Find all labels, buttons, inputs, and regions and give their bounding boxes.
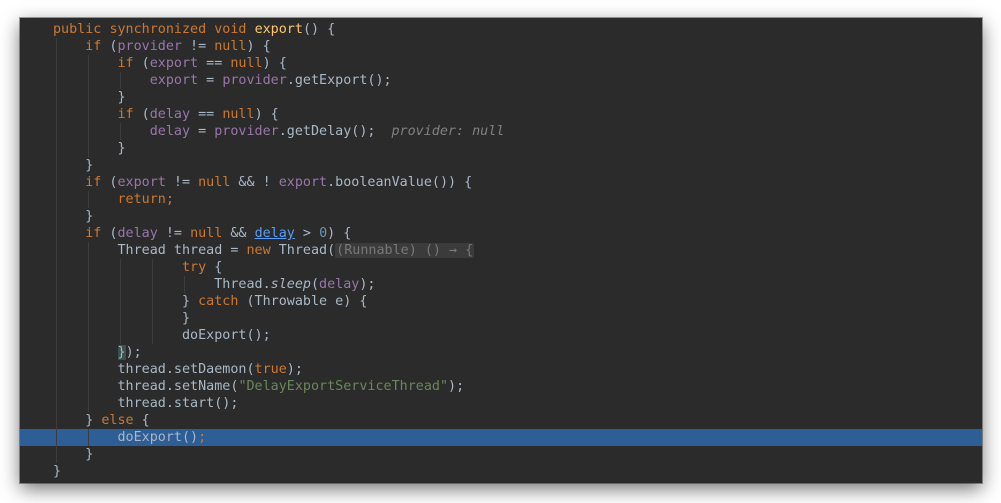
code-line[interactable]: } xyxy=(20,157,982,174)
code-line[interactable]: if (export != null && ! export.booleanVa… xyxy=(20,174,982,191)
code-line[interactable]: if (delay == null) { xyxy=(20,106,982,123)
code-line[interactable]: doExport(); xyxy=(20,327,982,344)
code-line[interactable]: delay = provider.getDelay(); provider: nu… xyxy=(20,123,982,140)
keyword-public: public xyxy=(53,22,102,37)
inline-debug-value: provider: null xyxy=(391,124,505,139)
code-line[interactable]: }); xyxy=(20,344,982,361)
code-line[interactable]: } xyxy=(20,89,982,106)
code-line[interactable]: if (export == null) { xyxy=(20,55,982,72)
code-line[interactable]: try { xyxy=(20,259,982,276)
code-line[interactable]: Thread.sleep(delay); xyxy=(20,276,982,293)
code-line[interactable]: } xyxy=(20,310,982,327)
code-line[interactable]: } else { xyxy=(20,412,982,429)
collapsed-lambda[interactable]: (Runnable) () → { xyxy=(335,243,475,258)
code-line[interactable]: public synchronized void export() { xyxy=(20,21,982,38)
code-line[interactable]: thread.setDaemon(true); xyxy=(20,361,982,378)
method-name-export[interactable]: export xyxy=(255,22,303,37)
field-delay-link[interactable]: delay xyxy=(255,226,295,241)
code-editor[interactable]: public synchronized void export() { if (… xyxy=(20,21,982,480)
code-line[interactable]: thread.start(); xyxy=(20,395,982,412)
code-line[interactable]: } xyxy=(20,140,982,157)
code-line[interactable]: thread.setName("DelayExportServiceThread… xyxy=(20,378,982,395)
current-execution-line[interactable]: doExport(); xyxy=(20,429,982,446)
code-line[interactable]: if (provider != null) { xyxy=(20,38,982,55)
code-line[interactable]: } xyxy=(20,446,982,463)
code-line[interactable]: return; xyxy=(20,191,982,208)
code-editor-window: public synchronized void export() { if (… xyxy=(20,18,982,483)
code-line[interactable]: } catch (Throwable e) { xyxy=(20,293,982,310)
code-line[interactable]: Thread thread = new Thread((Runnable) ()… xyxy=(20,242,982,259)
string-literal: "DelayExportServiceThread" xyxy=(238,379,449,394)
code-line[interactable]: } xyxy=(20,463,982,480)
code-line[interactable]: } xyxy=(20,208,982,225)
field-delay[interactable]: delay xyxy=(150,107,190,122)
code-line[interactable]: if (delay != null && delay > 0) { xyxy=(20,225,982,242)
keyword-void: void xyxy=(214,22,247,37)
keyword-synchronized: synchronized xyxy=(109,22,207,37)
field-export[interactable]: export xyxy=(150,56,198,71)
field-provider[interactable]: provider xyxy=(118,39,183,54)
code-line[interactable]: export = provider.getExport(); xyxy=(20,72,982,89)
